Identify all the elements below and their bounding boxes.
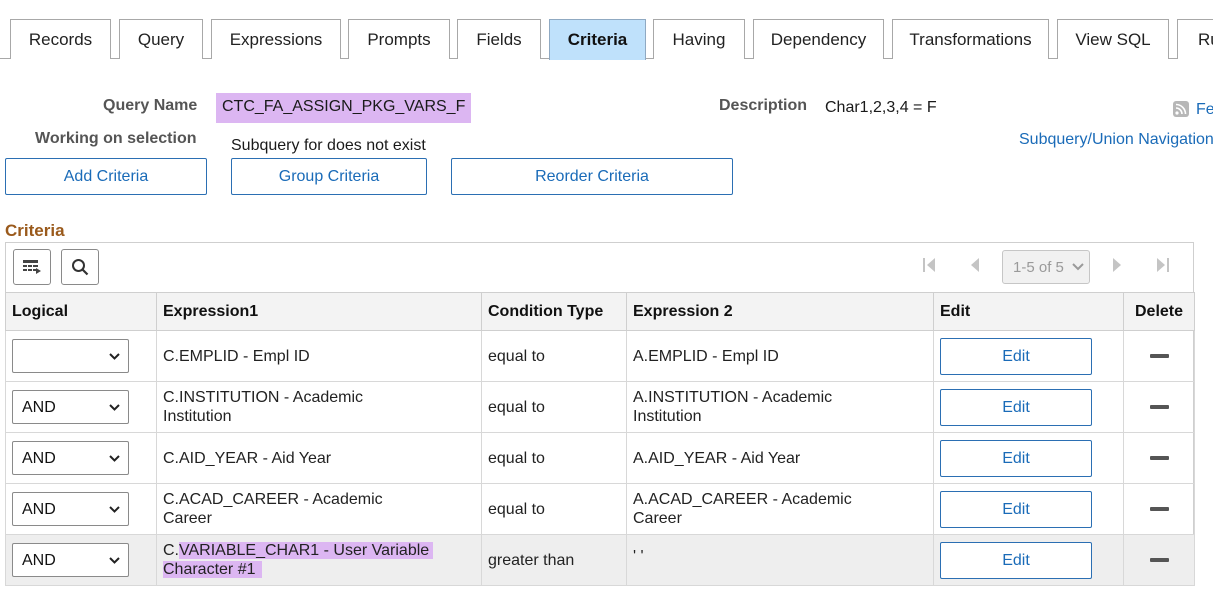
expression1-cell: C.EMPLID - Empl ID [156, 330, 482, 382]
expression1-highlighted-text: Character #1 [163, 561, 262, 578]
last-page-icon[interactable] [1156, 257, 1170, 278]
page-range-select[interactable]: 1-5 of 5 [1002, 250, 1090, 284]
logical-select[interactable]: AND [12, 492, 129, 526]
tab-records[interactable]: Records [10, 19, 111, 59]
condition-type-cell: equal to [481, 483, 627, 535]
description-value: Char1,2,3,4 = F [825, 99, 937, 116]
column-header-edit: Edit [933, 292, 1124, 331]
subquery-union-navigation-link[interactable]: Subquery/Union Navigation [1019, 131, 1213, 149]
criteria-table: Logical Expression1 Condition Type Expre… [5, 292, 1195, 586]
condition-type-cell: equal to [481, 330, 627, 382]
chevron-down-icon [109, 505, 120, 513]
table-header-row: Logical Expression1 Condition Type Expre… [5, 292, 1195, 331]
chevron-down-icon [109, 454, 120, 462]
criteria-section-title: Criteria [5, 221, 65, 240]
logical-select-value: AND [22, 449, 56, 467]
tab-bar: Records Query Expressions Prompts Fields… [0, 0, 1213, 60]
column-header-logical: Logical [5, 292, 157, 331]
expression2-cell: A.INSTITUTION - Academic Institution [626, 381, 934, 433]
expression1-highlighted-text: VARIABLE_CHAR1 - User Variable [179, 542, 434, 559]
tab-run[interactable]: Ru [1177, 19, 1213, 59]
condition-type-cell: equal to [481, 381, 627, 433]
tab-view-sql[interactable]: View SQL [1057, 19, 1169, 59]
column-header-condition-type: Condition Type [481, 292, 627, 331]
grid-settings-icon [23, 260, 41, 274]
tab-prompts[interactable]: Prompts [348, 19, 450, 59]
table-row: C.EMPLID - Empl ID equal to A.EMPLID - E… [5, 330, 1195, 382]
search-icon [72, 259, 89, 276]
minus-icon [1149, 558, 1169, 562]
expression1-prefix: C. [163, 542, 179, 559]
expression1-cell: C.AID_YEAR - Aid Year [156, 432, 482, 484]
edit-button[interactable]: Edit [940, 490, 1092, 528]
chevron-down-icon [109, 403, 120, 411]
tab-criteria[interactable]: Criteria [549, 19, 646, 60]
delete-row-button[interactable] [1130, 344, 1188, 368]
personalize-grid-button[interactable] [13, 249, 51, 285]
chevron-down-icon [1072, 263, 1084, 271]
next-page-icon[interactable] [1111, 257, 1123, 278]
delete-row-button[interactable] [1130, 446, 1188, 470]
delete-row-button[interactable] [1130, 395, 1188, 419]
table-row: AND C.ACAD_CAREER - Academic Career equa… [5, 483, 1195, 535]
tab-dependency[interactable]: Dependency [753, 19, 884, 59]
logical-select[interactable]: AND [12, 543, 129, 577]
chevron-down-icon [109, 556, 120, 564]
edit-button[interactable]: Edit [940, 439, 1092, 477]
condition-type-cell: greater than [481, 534, 627, 586]
feed-icon[interactable] [1173, 101, 1189, 117]
logical-select-value: AND [22, 551, 56, 569]
chevron-down-icon [109, 352, 120, 360]
group-criteria-button[interactable]: Group Criteria [231, 158, 427, 195]
tab-query[interactable]: Query [119, 19, 203, 59]
minus-icon [1149, 405, 1169, 409]
minus-icon [1149, 456, 1169, 460]
table-row: AND C.VARIABLE_CHAR1 - User Variable Cha… [5, 534, 1195, 586]
tab-expressions[interactable]: Expressions [211, 19, 341, 59]
query-name-label: Query Name [103, 97, 198, 114]
expression2-cell: ' ' [626, 534, 934, 586]
edit-button[interactable]: Edit [940, 337, 1092, 375]
tab-transformations[interactable]: Transformations [892, 19, 1049, 59]
page-range-text: 1-5 of 5 [1013, 258, 1064, 276]
logical-select-value: AND [22, 500, 56, 518]
expression1-cell: C.VARIABLE_CHAR1 - User Variable Charact… [156, 534, 482, 586]
rss-glyph [1175, 103, 1187, 115]
tab-having[interactable]: Having [653, 19, 745, 59]
tab-fields[interactable]: Fields [457, 19, 541, 59]
delete-row-button[interactable] [1130, 497, 1188, 521]
edit-button[interactable]: Edit [940, 541, 1092, 579]
feed-link[interactable]: Fe [1196, 101, 1213, 119]
logical-select[interactable] [12, 339, 129, 373]
subquery-status-text: Subquery for does not exist [231, 137, 426, 154]
reorder-criteria-button[interactable]: Reorder Criteria [451, 158, 733, 195]
column-header-delete: Delete [1123, 292, 1195, 331]
logical-select[interactable]: AND [12, 390, 129, 424]
expression2-cell: A.ACAD_CAREER - Academic Career [626, 483, 934, 535]
expression2-cell: A.EMPLID - Empl ID [626, 330, 934, 382]
table-row: AND C.INSTITUTION - Academic Institution… [5, 381, 1195, 433]
minus-icon [1149, 507, 1169, 511]
table-row: AND C.AID_YEAR - Aid Year equal to A.AID… [5, 432, 1195, 484]
find-in-grid-button[interactable] [61, 249, 99, 285]
expression2-cell: A.AID_YEAR - Aid Year [626, 432, 934, 484]
column-header-expression1: Expression1 [156, 292, 482, 331]
query-name-value: CTC_FA_ASSIGN_PKG_VARS_F [216, 93, 472, 123]
logical-select-value: AND [22, 398, 56, 416]
first-page-icon[interactable] [922, 257, 936, 278]
minus-icon [1149, 354, 1169, 358]
expression1-cell: C.INSTITUTION - Academic Institution [156, 381, 482, 433]
delete-row-button[interactable] [1130, 548, 1188, 572]
expression1-cell: C.ACAD_CAREER - Academic Career [156, 483, 482, 535]
previous-page-icon[interactable] [969, 257, 981, 278]
edit-button[interactable]: Edit [940, 388, 1092, 426]
column-header-expression2: Expression 2 [626, 292, 934, 331]
working-on-selection-label: Working on selection [35, 130, 197, 147]
logical-select[interactable]: AND [12, 441, 129, 475]
description-label: Description [719, 97, 808, 114]
condition-type-cell: equal to [481, 432, 627, 484]
add-criteria-button[interactable]: Add Criteria [5, 158, 207, 195]
